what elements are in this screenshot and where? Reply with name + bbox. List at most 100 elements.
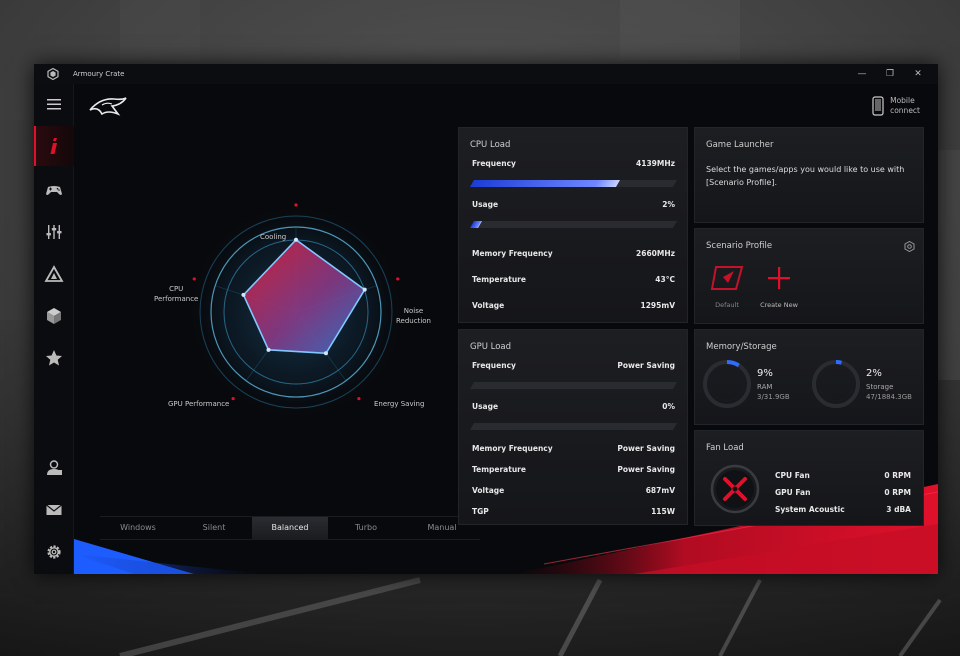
menu-button[interactable] [34,84,74,124]
storage-capacity: 47/1884.3GB [866,393,912,401]
memory-storage-title: Memory/Storage [706,342,777,352]
cpu-temperature-value: 43°C [655,275,675,284]
scenario-profile-title: Scenario Profile [706,241,773,251]
radar-marker-cpu [192,277,196,281]
gpu-usage-bar [469,423,678,430]
gpu-load-card[interactable]: GPU Load Frequency Power Saving Usage 0%… [458,329,688,525]
mode-windows[interactable]: Windows [100,517,176,539]
gpu-frequency-label: Frequency [472,361,516,370]
gpu-temperature-label: Temperature [472,465,526,474]
cpu-fan-row: CPU Fan 0 RPM [775,471,911,480]
cpu-voltage-value: 1295mV [640,301,676,310]
cpu-load-card[interactable]: CPU Load Frequency 4139MHz Usage 2% Memo… [458,127,688,323]
gpu-memory-frequency-label: Memory Frequency [472,444,553,453]
storage-ring [812,360,860,408]
sidebar-item-news[interactable] [34,490,74,530]
fan-load-card[interactable]: Fan Load CPU Fan 0 RPM GPU Fan 0 RPM Sys… [694,430,924,526]
cpu-fan-label: CPU Fan [775,471,810,480]
radar-marker-energy [357,396,361,401]
cpu-voltage-row: Voltage 1295mV [472,301,675,310]
mobile-connect-label: Mobile [890,96,915,105]
sidebar-item-settings[interactable] [34,532,74,572]
maximize-button[interactable]: ❐ [876,64,904,84]
radar-label-energy: Energy Saving [374,400,425,408]
radar-point-noise[interactable] [362,287,367,292]
gpu-fan-row: GPU Fan 0 RPM [775,488,911,497]
cpu-frequency-row: Frequency 4139MHz [472,159,675,168]
gpu-load-title: GPU Load [470,342,512,352]
radar-point-cpu[interactable] [241,292,246,297]
settings-gear-icon[interactable] [904,241,915,252]
cpu-frequency-bar [469,180,678,187]
radar-label-cooling: Cooling [260,233,287,241]
phone-icon [872,96,884,116]
user-lock-icon [47,460,62,475]
gpu-usage-row: Usage 0% [472,402,675,411]
gpu-frequency-row: Frequency Power Saving [472,361,675,370]
radar-point-energy[interactable] [323,351,328,356]
fan-icon [710,464,760,514]
gpu-tgp-value: 115W [651,507,675,516]
operating-mode-selector: Windows Silent Balanced Turbo Manual [100,516,480,540]
memory-storage-card[interactable]: Memory/Storage 9% RAM 3/31.9GB 2% Storag… [694,329,924,425]
gpu-frequency-bar [469,382,678,389]
ram-ring [703,360,751,408]
sidebar-item-aura[interactable] [34,254,74,294]
mobile-connect-button[interactable]: Mobile connect [872,96,920,116]
gpu-voltage-label: Voltage [472,486,505,495]
cpu-usage-value: 2% [662,200,675,209]
app-title: Armoury Crate [73,70,125,78]
fan-load-title: Fan Load [706,443,744,453]
radar-marker-noise [396,277,400,281]
window-controls: — ❐ ✕ [848,64,932,84]
gpu-frequency-value: Power Saving [617,361,675,370]
ram-usage: 9% RAM 3/31.9GB [701,358,821,412]
game-launcher-title: Game Launcher [706,140,774,150]
radar-marker-cooling [294,203,298,207]
close-button[interactable]: ✕ [904,64,932,84]
storage-label: Storage [866,383,894,391]
sidebar-item-device[interactable] [34,212,74,252]
gpu-usage-label: Usage [472,402,499,411]
sidebar-item-featured[interactable] [34,296,74,336]
mode-turbo[interactable]: Turbo [328,517,404,539]
gpu-tgp-label: TGP [472,507,489,516]
mode-silent[interactable]: Silent [176,517,252,539]
cpu-temperature-label: Temperature [472,275,526,284]
scenario-default[interactable]: Default [702,265,752,309]
system-acoustic-value: 3 dBA [886,505,911,514]
main-area: Mobile connect Cooling Noise Reduction E… [74,84,938,574]
gpu-voltage-row: Voltage 687mV [472,486,675,495]
gpu-fan-value: 0 RPM [884,488,911,497]
gpu-temperature-row: Temperature Power Saving [472,465,675,474]
sidebar-item-favorites[interactable] [34,338,74,378]
game-launcher-card[interactable]: Game Launcher Select the games/apps you … [694,127,924,223]
home-icon [50,138,57,154]
radar-label-cpu: CPU Performance [154,284,198,304]
title-bar[interactable]: Armoury Crate — ❐ ✕ [34,64,938,84]
cpu-memory-frequency-label: Memory Frequency [472,249,553,258]
ram-percent: 9% [757,368,773,379]
gpu-tgp-row: TGP 115W [472,507,675,516]
minimize-button[interactable]: — [848,64,876,84]
radar-marker-gpu [231,396,235,401]
star-icon [46,350,62,366]
scenario-profile-card[interactable]: Scenario Profile Default Create New [694,228,924,324]
sliders-icon [46,225,62,239]
gpu-usage-value: 0% [662,402,675,411]
cpu-load-title: CPU Load [470,140,511,150]
cpu-usage-label: Usage [472,200,499,209]
radar-point-gpu[interactable] [266,347,271,352]
scenario-create-new[interactable]: Create New [754,265,804,309]
sidebar-item-home[interactable] [34,126,74,166]
radar-label-cpu-line: CPU [169,285,184,293]
scenario-create-label: Create New [760,301,798,309]
default-profile-icon [710,266,744,290]
mail-icon [46,504,62,515]
mode-balanced[interactable]: Balanced [252,517,328,539]
gamepad-icon [46,186,62,195]
sidebar-item-game-library[interactable] [34,170,74,210]
sidebar-item-user-center[interactable] [34,448,74,488]
radar-point-cooling[interactable] [294,237,298,242]
gear-icon [47,545,61,559]
